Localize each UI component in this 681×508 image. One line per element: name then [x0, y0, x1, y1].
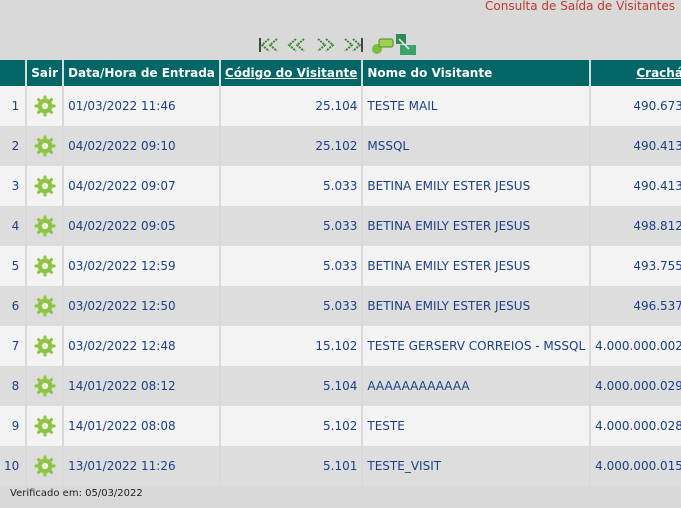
export-icon[interactable]: [369, 33, 421, 57]
page-title: Consulta de Saída de Visitantes: [485, 0, 675, 13]
header-cracha[interactable]: Crachá: [591, 60, 681, 86]
visitor-name: BETINA EMILY ESTER JESUS: [363, 286, 590, 326]
visitor-name: TESTE GERSERV CORREIOS - MSSQL: [363, 326, 590, 366]
exit-gear-icon[interactable]: [34, 415, 56, 437]
exit-cell[interactable]: [27, 406, 63, 446]
row-index: 1: [0, 86, 26, 126]
row-index: 6: [0, 286, 26, 326]
exit-cell[interactable]: [27, 206, 63, 246]
visitor-code: 15.102: [220, 326, 362, 366]
exit-cell[interactable]: [27, 166, 63, 206]
table-row: 10 13/01/2022 11:26 5.101 TESTE_VISIT 4.000.…: [0, 446, 681, 486]
visitor-code: 5.033: [220, 286, 362, 326]
exit-gear-icon[interactable]: [34, 295, 56, 317]
row-index: 9: [0, 406, 26, 446]
badge-number: 498.812: [591, 206, 681, 246]
visitor-code: 5.033: [220, 246, 362, 286]
exit-gear-icon[interactable]: [34, 215, 56, 237]
badge-number: 4.000.000.015: [591, 446, 681, 486]
header-sair: Sair: [27, 60, 63, 86]
visitor-code: 5.102: [220, 406, 362, 446]
next-page-icon[interactable]: [313, 36, 337, 54]
header-index: [0, 60, 26, 86]
badge-number: 496.537: [591, 286, 681, 326]
visitors-table: Sair Data/Hora de Entrada Código do Visi…: [0, 60, 681, 486]
first-page-icon[interactable]: [257, 36, 281, 54]
visitor-name: BETINA EMILY ESTER JESUS: [363, 246, 590, 286]
last-page-icon[interactable]: [341, 36, 365, 54]
entry-datetime: 04/02/2022 09:10: [64, 126, 219, 166]
visitor-code: 25.102: [220, 126, 362, 166]
row-index: 3: [0, 166, 26, 206]
header-data-hora: Data/Hora de Entrada: [64, 60, 219, 86]
entry-datetime: 13/01/2022 11:26: [64, 446, 219, 486]
visitor-code: 5.033: [220, 166, 362, 206]
visitor-name: TESTE MAIL: [363, 86, 590, 126]
table-row: 7 03/02/2022 12:48 15.102 TESTE GERSERV COR…: [0, 326, 681, 366]
table-row: 2 04/02/2022 09:10 25.102 MSSQL 490.413: [0, 126, 681, 166]
table-row: 3 04/02/2022 09:07 5.033 BETINA EMILY ESTER…: [0, 166, 681, 206]
visitor-name: AAAAAAAAAAAA: [363, 366, 590, 406]
entry-datetime: 03/02/2022 12:59: [64, 246, 219, 286]
visitor-name: MSSQL: [363, 126, 590, 166]
entry-datetime: 01/03/2022 11:46: [64, 86, 219, 126]
visitor-name: BETINA EMILY ESTER JESUS: [363, 206, 590, 246]
exit-cell[interactable]: [27, 286, 63, 326]
exit-gear-icon[interactable]: [34, 375, 56, 397]
exit-gear-icon[interactable]: [34, 335, 56, 357]
row-index: 7: [0, 326, 26, 366]
row-index: 2: [0, 126, 26, 166]
exit-gear-icon[interactable]: [34, 135, 56, 157]
header-nome: Nome do Visitante: [363, 60, 590, 86]
visitor-code: 5.033: [220, 206, 362, 246]
table-row: 6 03/02/2022 12:50 5.033 BETINA EMILY ESTER…: [0, 286, 681, 326]
exit-gear-icon[interactable]: [34, 455, 56, 477]
visitor-name: TESTE: [363, 406, 590, 446]
exit-cell[interactable]: [27, 86, 63, 126]
exit-gear-icon[interactable]: [34, 95, 56, 117]
exit-gear-icon[interactable]: [34, 255, 56, 277]
visitor-code: 5.101: [220, 446, 362, 486]
row-index: 10: [0, 446, 26, 486]
table-row: 9 14/01/2022 08:08 5.102 TESTE 4.000.000.028: [0, 406, 681, 446]
entry-datetime: 04/02/2022 09:07: [64, 166, 219, 206]
entry-datetime: 03/02/2022 12:50: [64, 286, 219, 326]
badge-number: 493.755: [591, 246, 681, 286]
table-row: 8 14/01/2022 08:12 5.104 AAAAAAAAAAAA 4.000.…: [0, 366, 681, 406]
visitor-name: TESTE_VISIT: [363, 446, 590, 486]
badge-number: 4.000.000.029: [591, 366, 681, 406]
exit-cell[interactable]: [27, 246, 63, 286]
badge-number: 490.413: [591, 126, 681, 166]
row-index: 8: [0, 366, 26, 406]
table-row: 4 04/02/2022 09:05 5.033 BETINA EMILY ESTER…: [0, 206, 681, 246]
row-index: 4: [0, 206, 26, 246]
exit-cell[interactable]: [27, 126, 63, 166]
visitor-code: 5.104: [220, 366, 362, 406]
entry-datetime: 14/01/2022 08:08: [64, 406, 219, 446]
entry-datetime: 14/01/2022 08:12: [64, 366, 219, 406]
table-row: 5 03/02/2022 12:59 5.033 BETINA EMILY ESTER…: [0, 246, 681, 286]
exit-gear-icon[interactable]: [34, 175, 56, 197]
table-header-row: Sair Data/Hora de Entrada Código do Visi…: [0, 60, 681, 86]
exit-cell[interactable]: [27, 366, 63, 406]
badge-number: 4.000.000.028: [591, 406, 681, 446]
entry-datetime: 03/02/2022 12:48: [64, 326, 219, 366]
exit-cell[interactable]: [27, 446, 63, 486]
pager-toolbar: [257, 33, 421, 57]
badge-number: 4.000.000.002: [591, 326, 681, 366]
visitor-name: BETINA EMILY ESTER JESUS: [363, 166, 590, 206]
footer-verified: Verificado em: 05/03/2022: [10, 488, 143, 499]
row-index: 5: [0, 246, 26, 286]
exit-cell[interactable]: [27, 326, 63, 366]
previous-page-icon[interactable]: [285, 36, 309, 54]
entry-datetime: 04/02/2022 09:05: [64, 206, 219, 246]
badge-number: 490.413: [591, 166, 681, 206]
visitor-code: 25.104: [220, 86, 362, 126]
badge-number: 490.673: [591, 86, 681, 126]
header-codigo[interactable]: Código do Visitante: [220, 60, 362, 86]
table-row: 1 01/03/2022 11:46 25.104 TESTE MAIL 490.673: [0, 86, 681, 126]
